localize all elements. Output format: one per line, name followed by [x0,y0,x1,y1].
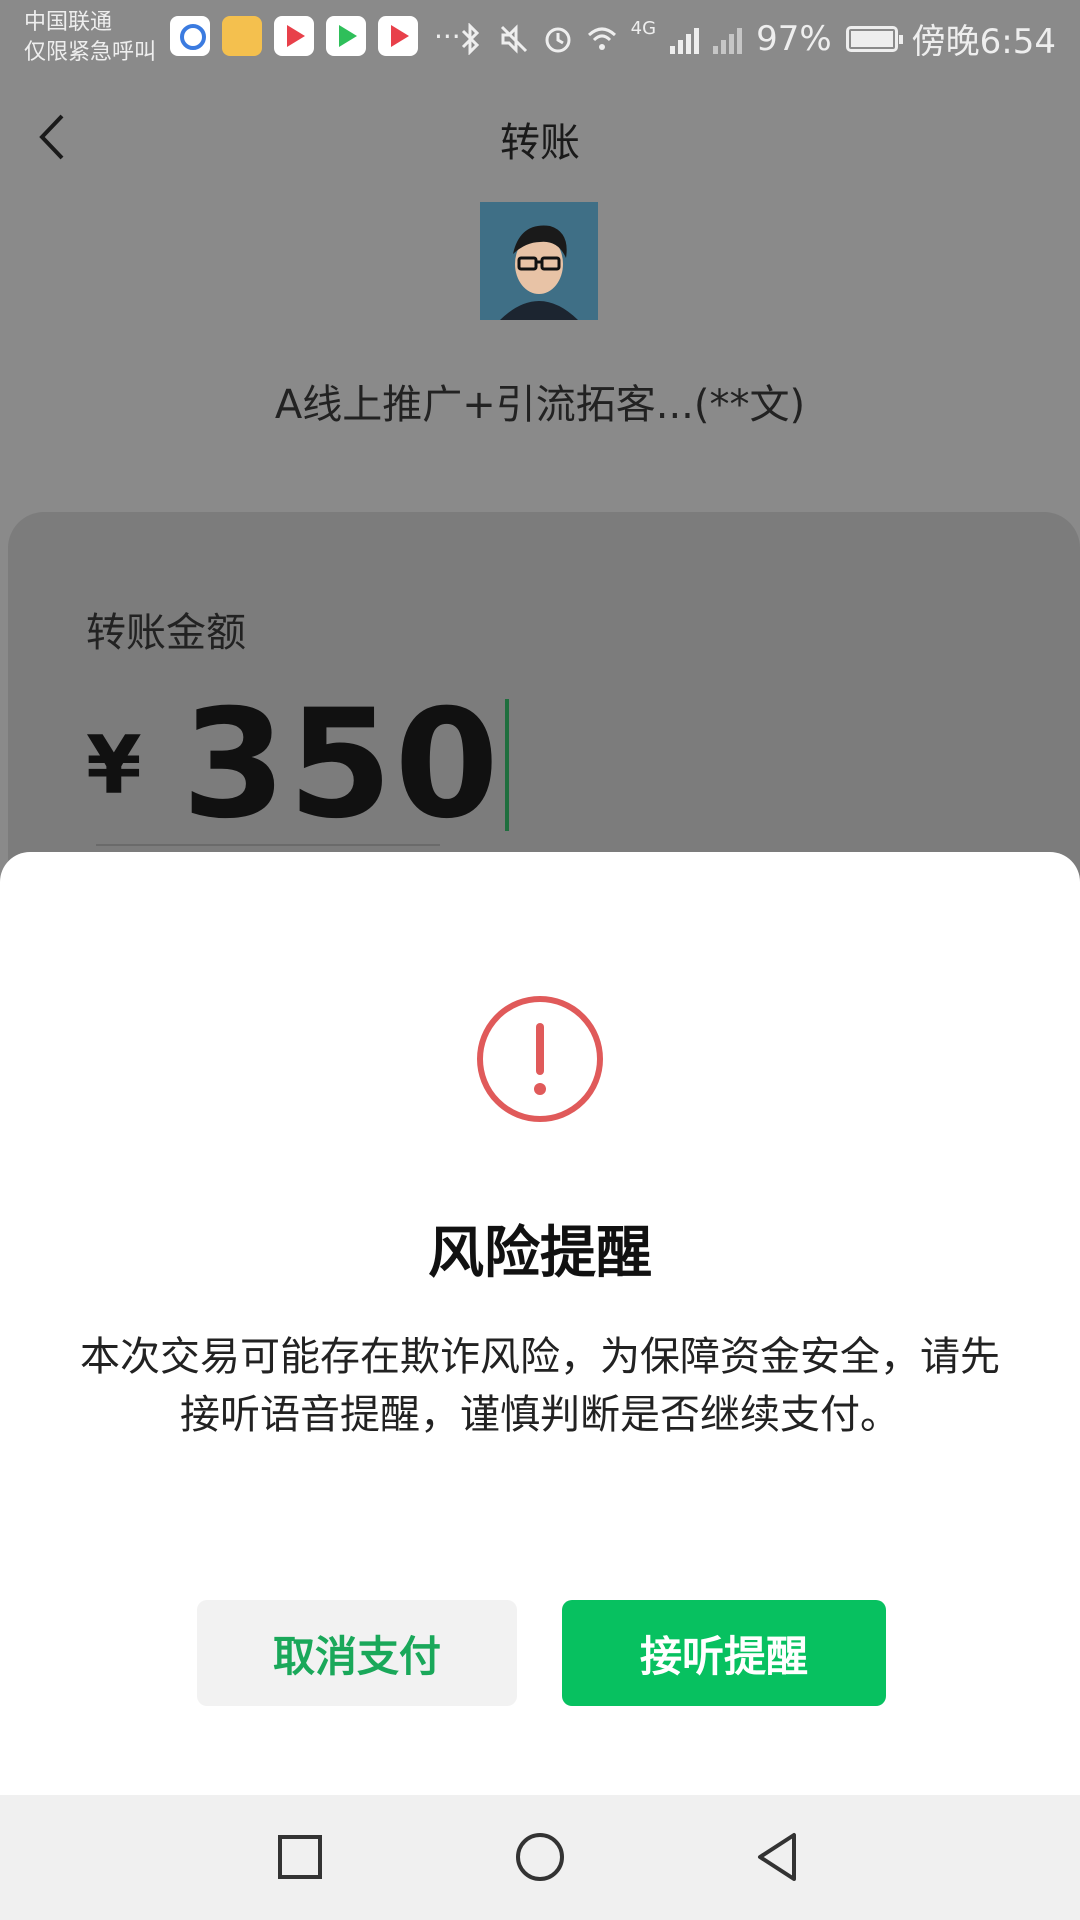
bluetooth-icon [461,22,479,55]
signal-strength-icon-2 [713,24,743,54]
dialog-title: 风险提醒 [428,1221,652,1286]
cancel-payment-button[interactable]: 取消支付 [197,1600,517,1706]
status-bar: 中国联通 仅限紧急呼叫 ··· 4G 97% 傍晚6:54 [0,0,1080,75]
system-navigation-bar [0,1795,1080,1920]
amount-label: 转账金额 [86,610,246,656]
mute-icon [500,23,527,54]
listen-reminder-button[interactable]: 接听提醒 [562,1600,886,1706]
dialog-message: 本次交易可能存在欺诈风险，为保障资金安全，请先接听语音提醒，谨慎判断是否继续支付… [80,1334,1000,1438]
status-indicators: 4G 97% 傍晚6:54 [455,14,1056,63]
text-cursor [504,699,509,831]
video-app-icon-2 [378,16,418,56]
wifi-icon [587,27,616,50]
battery-icon [845,25,903,52]
warning-icon [477,996,603,1122]
video-player-app-icon [326,16,366,56]
alarm-icon [545,27,571,52]
amount-underline [96,844,440,846]
recents-square-icon[interactable] [268,1825,332,1889]
notification-icons: ··· [170,16,461,56]
browser-app-icon [170,16,210,56]
back-triangle-icon[interactable] [748,1825,812,1889]
emergency-only-text: 仅限紧急呼叫 [24,40,157,65]
video-app-icon [274,16,314,56]
amount-value: 350 [181,678,501,852]
network-type: 4G [630,18,657,39]
recipient-avatar [480,202,598,320]
avatar-illustration [480,202,598,320]
clock: 傍晚6:54 [911,22,1056,62]
recipient-name: A线上推广+引流拓客...(**文) [274,382,806,428]
currency-symbol: ¥ [86,718,142,812]
battery-percent: 97% [756,18,832,59]
page-title: 转账 [500,120,580,166]
amount-input[interactable]: ¥ 350 [86,690,509,840]
risk-warning-dialog [0,852,1080,1797]
carrier-name: 中国联通 [24,10,113,35]
carrier-info: 中国联通 仅限紧急呼叫 [24,8,156,68]
signal-strength-icon [670,24,700,54]
game-app-icon [222,16,262,56]
home-circle-icon[interactable] [508,1825,572,1889]
